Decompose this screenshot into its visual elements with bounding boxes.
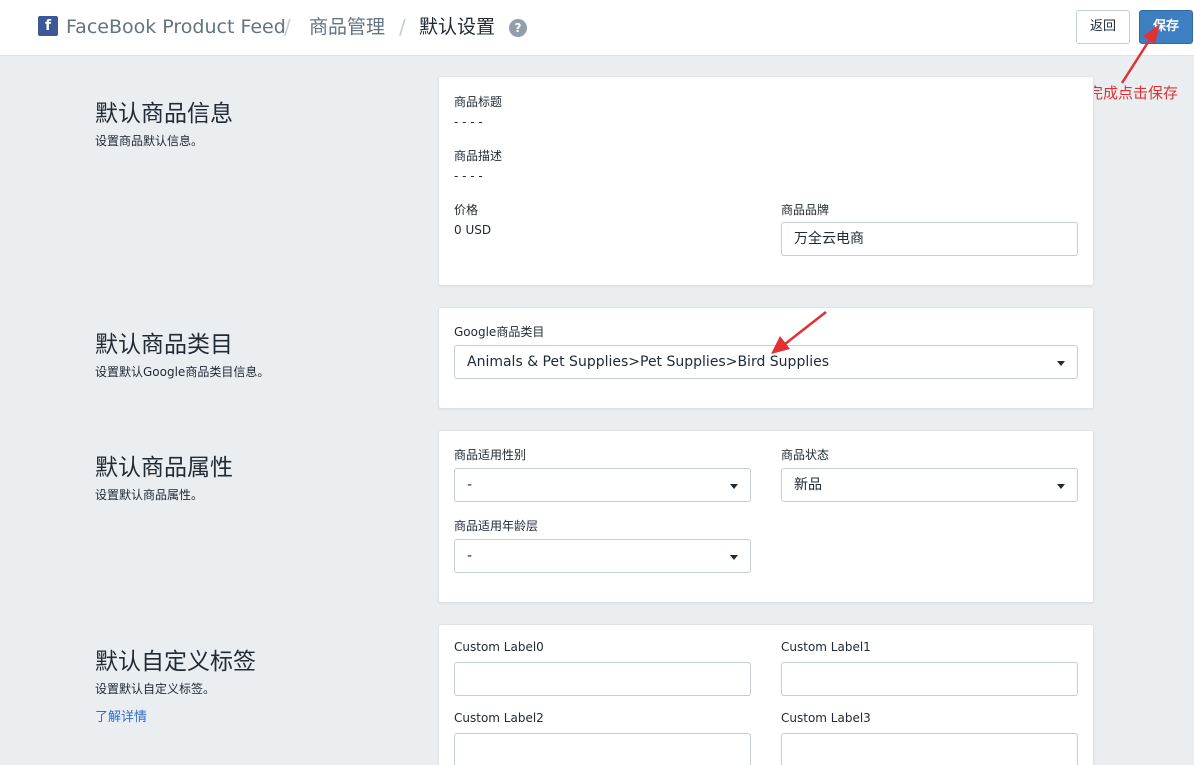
chevron-down-icon — [730, 484, 738, 489]
section-title-attributes: 默认商品属性 — [95, 455, 233, 481]
age-group-value: - — [467, 548, 473, 564]
section-desc-category: 设置默认Google商品类目信息。 — [95, 365, 270, 379]
google-category-value: Animals & Pet Supplies>Pet Supplies>Bird… — [467, 354, 830, 370]
custom-label3-label: Custom Label3 — [781, 711, 871, 725]
custom-label2-input[interactable] — [454, 733, 751, 765]
card-attributes: 商品适用性别 - 商品状态 新品 商品适用年龄层 - — [438, 430, 1094, 603]
brand-value: 万全云电商 — [794, 231, 864, 247]
help-icon[interactable]: ? — [509, 19, 527, 37]
section-title-category: 默认商品类目 — [95, 332, 233, 358]
product-title-value: - - - - — [454, 115, 483, 129]
custom-label1-text[interactable] — [794, 663, 1077, 695]
save-button[interactable]: 保存 — [1139, 10, 1193, 44]
custom-label3-text[interactable] — [794, 734, 1077, 765]
google-category-label: Google商品类目 — [454, 325, 545, 339]
gender-select[interactable]: - — [454, 468, 751, 502]
custom-label0-input[interactable] — [454, 662, 751, 696]
chevron-down-icon — [1057, 484, 1065, 489]
section-title-info: 默认商品信息 — [95, 101, 233, 127]
custom-label2-text[interactable] — [467, 734, 750, 765]
price-label: 价格 — [454, 203, 479, 217]
breadcrumb-separator: / — [399, 15, 406, 39]
section-desc-attributes: 设置默认商品属性。 — [95, 488, 204, 502]
condition-label: 商品状态 — [781, 448, 830, 462]
google-category-select[interactable]: Animals & Pet Supplies>Pet Supplies>Bird… — [454, 345, 1078, 379]
top-bar: f FaceBook Product Feed / 商品管理 / 默认设置 ? … — [0, 0, 1194, 56]
app-logo-icon: f — [38, 16, 58, 36]
custom-label3-input[interactable] — [781, 733, 1078, 765]
condition-value: 新品 — [794, 477, 822, 493]
section-desc-labels: 设置默认自定义标签。 — [95, 682, 216, 696]
condition-select[interactable]: 新品 — [781, 468, 1078, 502]
section-title-labels: 默认自定义标签 — [95, 649, 256, 675]
brand-field[interactable]: 万全云电商 — [781, 222, 1078, 256]
product-desc-value: - - - - — [454, 169, 483, 183]
gender-value: - — [467, 477, 473, 493]
chevron-down-icon — [730, 555, 738, 560]
age-group-label: 商品适用年龄层 — [454, 519, 539, 533]
section-desc-info: 设置商品默认信息。 — [95, 134, 204, 148]
card-product-info: 商品标题 - - - - 商品描述 - - - - 价格 0 USD 商品品牌 … — [438, 76, 1094, 286]
custom-label1-label: Custom Label1 — [781, 640, 871, 654]
breadcrumb-product-manage[interactable]: 商品管理 — [309, 14, 385, 40]
card-custom-labels: Custom Label0 Custom Label1 Custom Label… — [438, 624, 1094, 765]
gender-label: 商品适用性别 — [454, 448, 527, 462]
custom-label2-label: Custom Label2 — [454, 711, 544, 725]
breadcrumb-separator: / — [284, 15, 291, 39]
card-category: Google商品类目 Animals & Pet Supplies>Pet Su… — [438, 307, 1094, 409]
learn-more-link[interactable]: 了解详情 — [95, 706, 147, 725]
product-title-label: 商品标题 — [454, 95, 503, 109]
price-value: 0 USD — [454, 223, 492, 237]
chevron-down-icon — [1057, 361, 1065, 366]
breadcrumb-app-name[interactable]: FaceBook Product Feed — [66, 14, 286, 40]
page-title: 默认设置 — [419, 16, 496, 38]
brand-label: 商品品牌 — [781, 203, 830, 217]
age-group-select[interactable]: - — [454, 539, 751, 573]
product-desc-label: 商品描述 — [454, 149, 503, 163]
custom-label1-input[interactable] — [781, 662, 1078, 696]
back-button[interactable]: 返回 — [1076, 10, 1130, 44]
custom-label0-label: Custom Label0 — [454, 640, 544, 654]
custom-label0-text[interactable] — [467, 663, 750, 695]
